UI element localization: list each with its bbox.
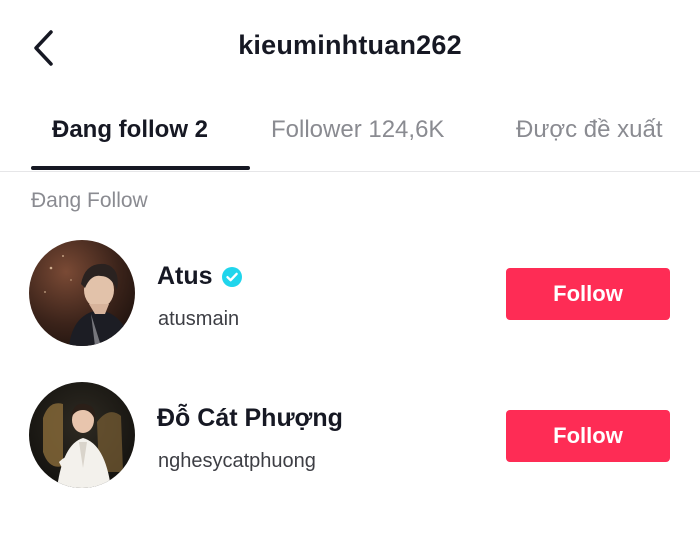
follow-button[interactable]: Follow (506, 268, 670, 320)
verified-badge-icon (221, 266, 243, 288)
user-handle: atusmain (158, 308, 240, 330)
page-title: kieuminhtuan262 (238, 30, 462, 60)
avatar[interactable] (29, 240, 135, 346)
active-tab-indicator (31, 166, 250, 170)
tab-bar: Đang follow 2 Follower 124,6K Được đề xu… (0, 108, 700, 172)
user-name: Atus (157, 262, 213, 290)
user-handle: nghesycatphuong (158, 450, 316, 472)
top-bar: kieuminhtuan262 (0, 0, 700, 96)
follow-button[interactable]: Follow (506, 410, 670, 462)
list-item[interactable]: Atus atusmain Follow (0, 238, 700, 350)
user-name-row: Atus (157, 262, 243, 291)
user-name: Đỗ Cát Phượng (157, 404, 343, 432)
avatar[interactable] (29, 382, 135, 488)
user-name-row: Đỗ Cát Phượng (157, 404, 343, 433)
section-label: Đang Follow (31, 189, 148, 212)
tab-following[interactable]: Đang follow 2 (52, 116, 208, 144)
list-item[interactable]: Đỗ Cát Phượng nghesycatphuong Follow (0, 380, 700, 492)
divider (0, 171, 700, 172)
tab-suggested[interactable]: Được đề xuất (516, 116, 663, 144)
tab-followers[interactable]: Follower 124,6K (271, 116, 444, 144)
